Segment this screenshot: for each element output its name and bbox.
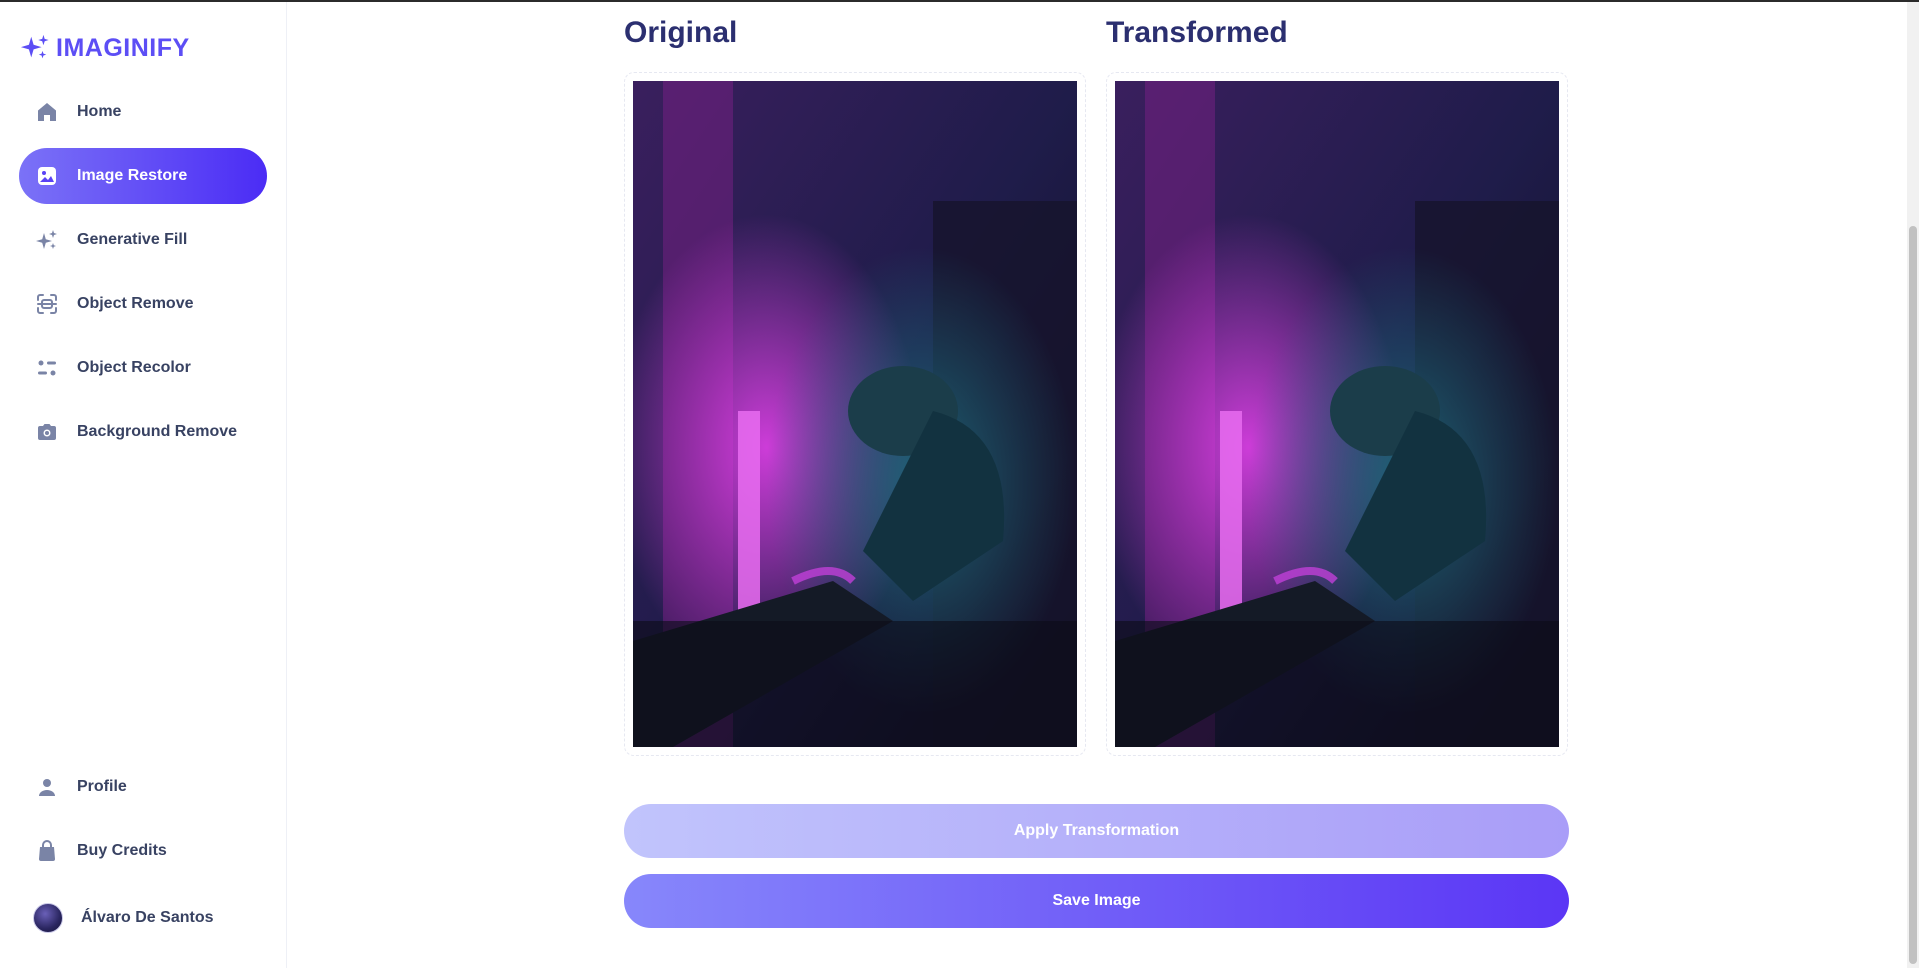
app-logo-text: IMAGINIFY (56, 33, 190, 62)
sidebar-item-label: Object Recolor (77, 359, 191, 376)
sidebar-item-label: Profile (77, 778, 127, 795)
bag-icon (39, 840, 55, 861)
save-image-button[interactable]: Save Image (624, 874, 1569, 928)
transformed-image-frame (1106, 72, 1568, 756)
sidebar-item-object-recolor[interactable]: Object Recolor (19, 340, 267, 396)
home-icon (38, 103, 56, 121)
original-image-frame (624, 72, 1086, 756)
sidebar-item-label: Generative Fill (77, 231, 188, 248)
sidebar-item-label: Background Remove (77, 423, 238, 440)
sidebar-item-label: Image Restore (77, 167, 188, 184)
sidebar-item-profile[interactable]: Profile (19, 759, 267, 815)
sidebar-item-buy-credits[interactable]: Buy Credits (19, 823, 267, 879)
original-image (633, 81, 1077, 747)
original-heading: Original (624, 16, 738, 49)
page-scrollbar[interactable] (1907, 2, 1919, 968)
app-logo[interactable]: IMAGINIFY (20, 30, 190, 66)
camera-icon (38, 424, 56, 440)
image-icon (38, 167, 56, 185)
user-name: Álvaro De Santos (81, 909, 214, 926)
transformed-heading: Transformed (1106, 16, 1288, 49)
sidebar-item-label: Buy Credits (77, 842, 167, 859)
transformed-image (1115, 81, 1559, 747)
sidebar-item-label: Object Remove (77, 295, 194, 312)
avatar (33, 903, 63, 933)
sparkle-logo-icon (20, 34, 49, 59)
apply-transformation-button[interactable]: Apply Transformation (624, 804, 1569, 858)
sidebar-item-home[interactable]: Home (19, 84, 267, 140)
sidebar: IMAGINIFY Home Image Restore Generative … (0, 2, 287, 968)
stars-icon (36, 230, 57, 249)
sidebar-user-button[interactable]: Álvaro De Santos (19, 890, 267, 946)
sidebar-item-image-restore[interactable]: Image Restore (19, 148, 267, 204)
filter-icon (38, 360, 56, 376)
scan-icon (37, 294, 57, 314)
window-top-border (0, 0, 1919, 2)
sidebar-item-label: Home (77, 103, 122, 120)
sidebar-item-object-remove[interactable]: Object Remove (19, 276, 267, 332)
scrollbar-thumb[interactable] (1909, 226, 1917, 964)
sidebar-item-generative-fill[interactable]: Generative Fill (19, 212, 267, 268)
user-icon (39, 779, 55, 796)
sidebar-item-background-remove[interactable]: Background Remove (19, 404, 267, 460)
